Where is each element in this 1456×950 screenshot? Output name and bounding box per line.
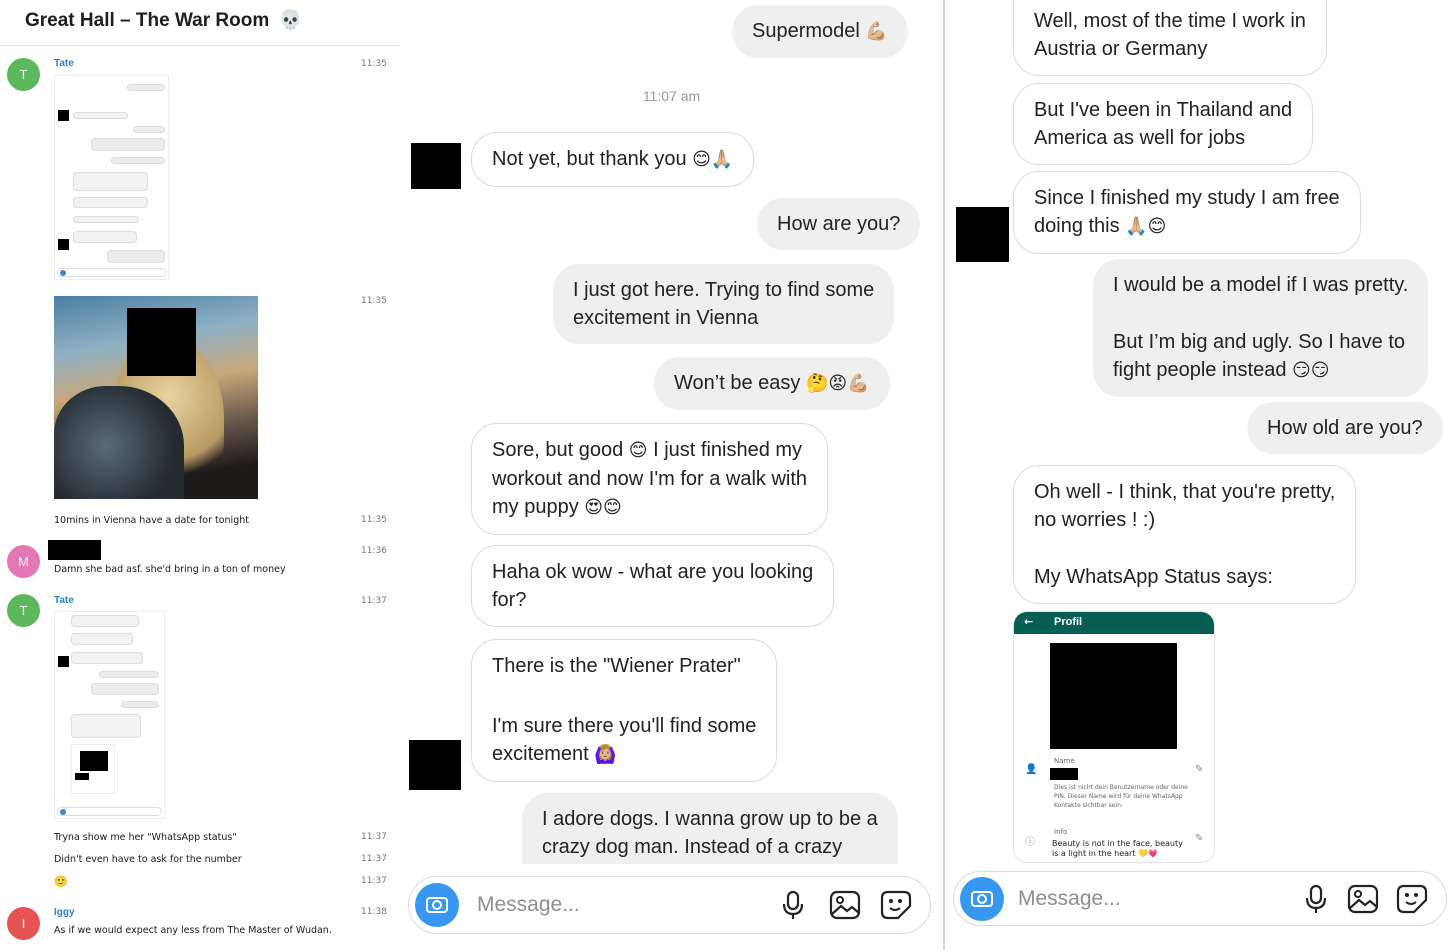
redacted-avatar — [956, 207, 1009, 262]
message-bubble-received: There is the "Wiener Prater" I'm sure th… — [471, 639, 778, 782]
redacted-avatar — [409, 740, 461, 790]
message-bubble-sent: I just got here. Trying to find some exci… — [553, 264, 895, 344]
gallery-icon[interactable] — [829, 890, 861, 920]
dm-conversation-pane-continued: Well, most of the time I work in Austria … — [945, 0, 1456, 950]
message-text: Tryna show me her "WhatsApp status" — [54, 832, 237, 843]
avatar[interactable]: I — [7, 907, 40, 940]
message-text: 10mins in Vienna have a date for tonight — [54, 515, 249, 526]
message-composer: Message... — [953, 871, 1447, 926]
screenshot-attachment[interactable] — [54, 75, 169, 280]
redacted-name — [1050, 768, 1078, 780]
message-bubble-received: Oh well - I think, that you're pretty, n… — [1013, 465, 1357, 604]
message-time: 11:37 — [361, 876, 387, 886]
message-bubble-sent: Supermodel 💪🏼 — [732, 5, 908, 58]
message-time: 11:38 — [361, 907, 387, 917]
redacted-avatar — [411, 143, 461, 189]
skull-icon: 💀 — [278, 10, 303, 31]
message-bubble-received: Sore, but good 😊 I just finished my work… — [471, 423, 829, 535]
message-bubble-received: Since I finished my study I am free doin… — [1013, 171, 1361, 254]
message-text: Damn she bad asf. she'd bring in a ton o… — [54, 564, 286, 575]
sticker-icon[interactable] — [880, 890, 912, 920]
back-arrow-icon: ← — [1024, 615, 1034, 628]
avatar[interactable]: M — [7, 545, 40, 578]
gallery-icon[interactable] — [1347, 884, 1379, 914]
message-time: 11:37 — [361, 854, 387, 864]
group-chat-pane: Great Hall – The War Room 💀 T Tate 11:35… — [0, 0, 400, 950]
avatar[interactable]: T — [7, 58, 40, 91]
message-input[interactable]: Message... — [477, 893, 580, 917]
redacted-name — [48, 540, 101, 560]
message-text: As if we would expect any less from The … — [54, 925, 332, 936]
message-time: 11:37 — [361, 832, 387, 842]
message-bubble-received: Haha ok wow - what are you looking for? — [471, 545, 835, 627]
edit-pencil-icon: ✎ — [1195, 764, 1204, 775]
author-name[interactable]: Tate — [54, 58, 74, 69]
screenshot-attachment[interactable] — [54, 611, 165, 819]
header-divider — [0, 45, 400, 46]
emoji-message: 🙂 — [54, 875, 68, 888]
message-bubble-sent: I would be a model if I was pretty. But … — [1093, 259, 1429, 397]
author-name[interactable]: Iggy — [54, 907, 75, 918]
message-bubble-received: But I've been in Thailand and America as … — [1013, 83, 1314, 165]
message-bubble-sent: How old are you? — [1247, 402, 1443, 454]
chat-title: Great Hall – The War Room 💀 — [25, 10, 303, 31]
redacted-profile-photo — [1050, 643, 1177, 749]
photo-attachment[interactable] — [54, 296, 258, 499]
avatar[interactable]: T — [7, 594, 40, 627]
message-bubble-sent: I adore dogs. I wanna grow up to be a cra… — [522, 793, 898, 864]
conversation-timestamp: 11:07 am — [642, 88, 701, 104]
microphone-icon[interactable] — [1302, 884, 1330, 914]
message-bubble-received: Not yet, but thank you 😊🙏🏼 — [471, 132, 755, 187]
sticker-icon[interactable] — [1396, 884, 1428, 914]
message-bubble-received: Well, most of the time I work in Austria … — [1013, 0, 1327, 76]
redaction-box — [127, 308, 196, 376]
message-time: 11:35 — [361, 296, 387, 306]
message-text: Didn't even have to ask for the number — [54, 854, 242, 865]
message-time: 11:35 — [361, 59, 387, 69]
message-bubble-sent: How are you? — [757, 198, 921, 250]
camera-button[interactable] — [415, 883, 459, 927]
author-name[interactable]: Tate — [54, 595, 74, 606]
message-input[interactable]: Message... — [1018, 887, 1121, 911]
info-icon: ⓘ — [1025, 837, 1035, 848]
whatsapp-header: ← Profil — [1014, 612, 1214, 634]
edit-pencil-icon: ✎ — [1195, 833, 1204, 844]
camera-button[interactable] — [960, 877, 1004, 921]
message-time: 11:35 — [361, 515, 387, 525]
message-time: 11:36 — [361, 546, 387, 556]
message-composer: Message... — [408, 876, 931, 934]
whatsapp-profile-screenshot[interactable]: ← Profil 👤 Name ✎ Dies ist nicht dein Be… — [1013, 611, 1215, 863]
microphone-icon[interactable] — [779, 890, 807, 920]
message-bubble-sent: Won’t be easy 🤔😡💪🏼 — [654, 357, 890, 410]
message-time: 11:37 — [361, 596, 387, 606]
dm-conversation-pane: Supermodel 💪🏼 11:07 am Not yet, but than… — [400, 0, 943, 950]
person-icon: 👤 — [1025, 764, 1038, 775]
